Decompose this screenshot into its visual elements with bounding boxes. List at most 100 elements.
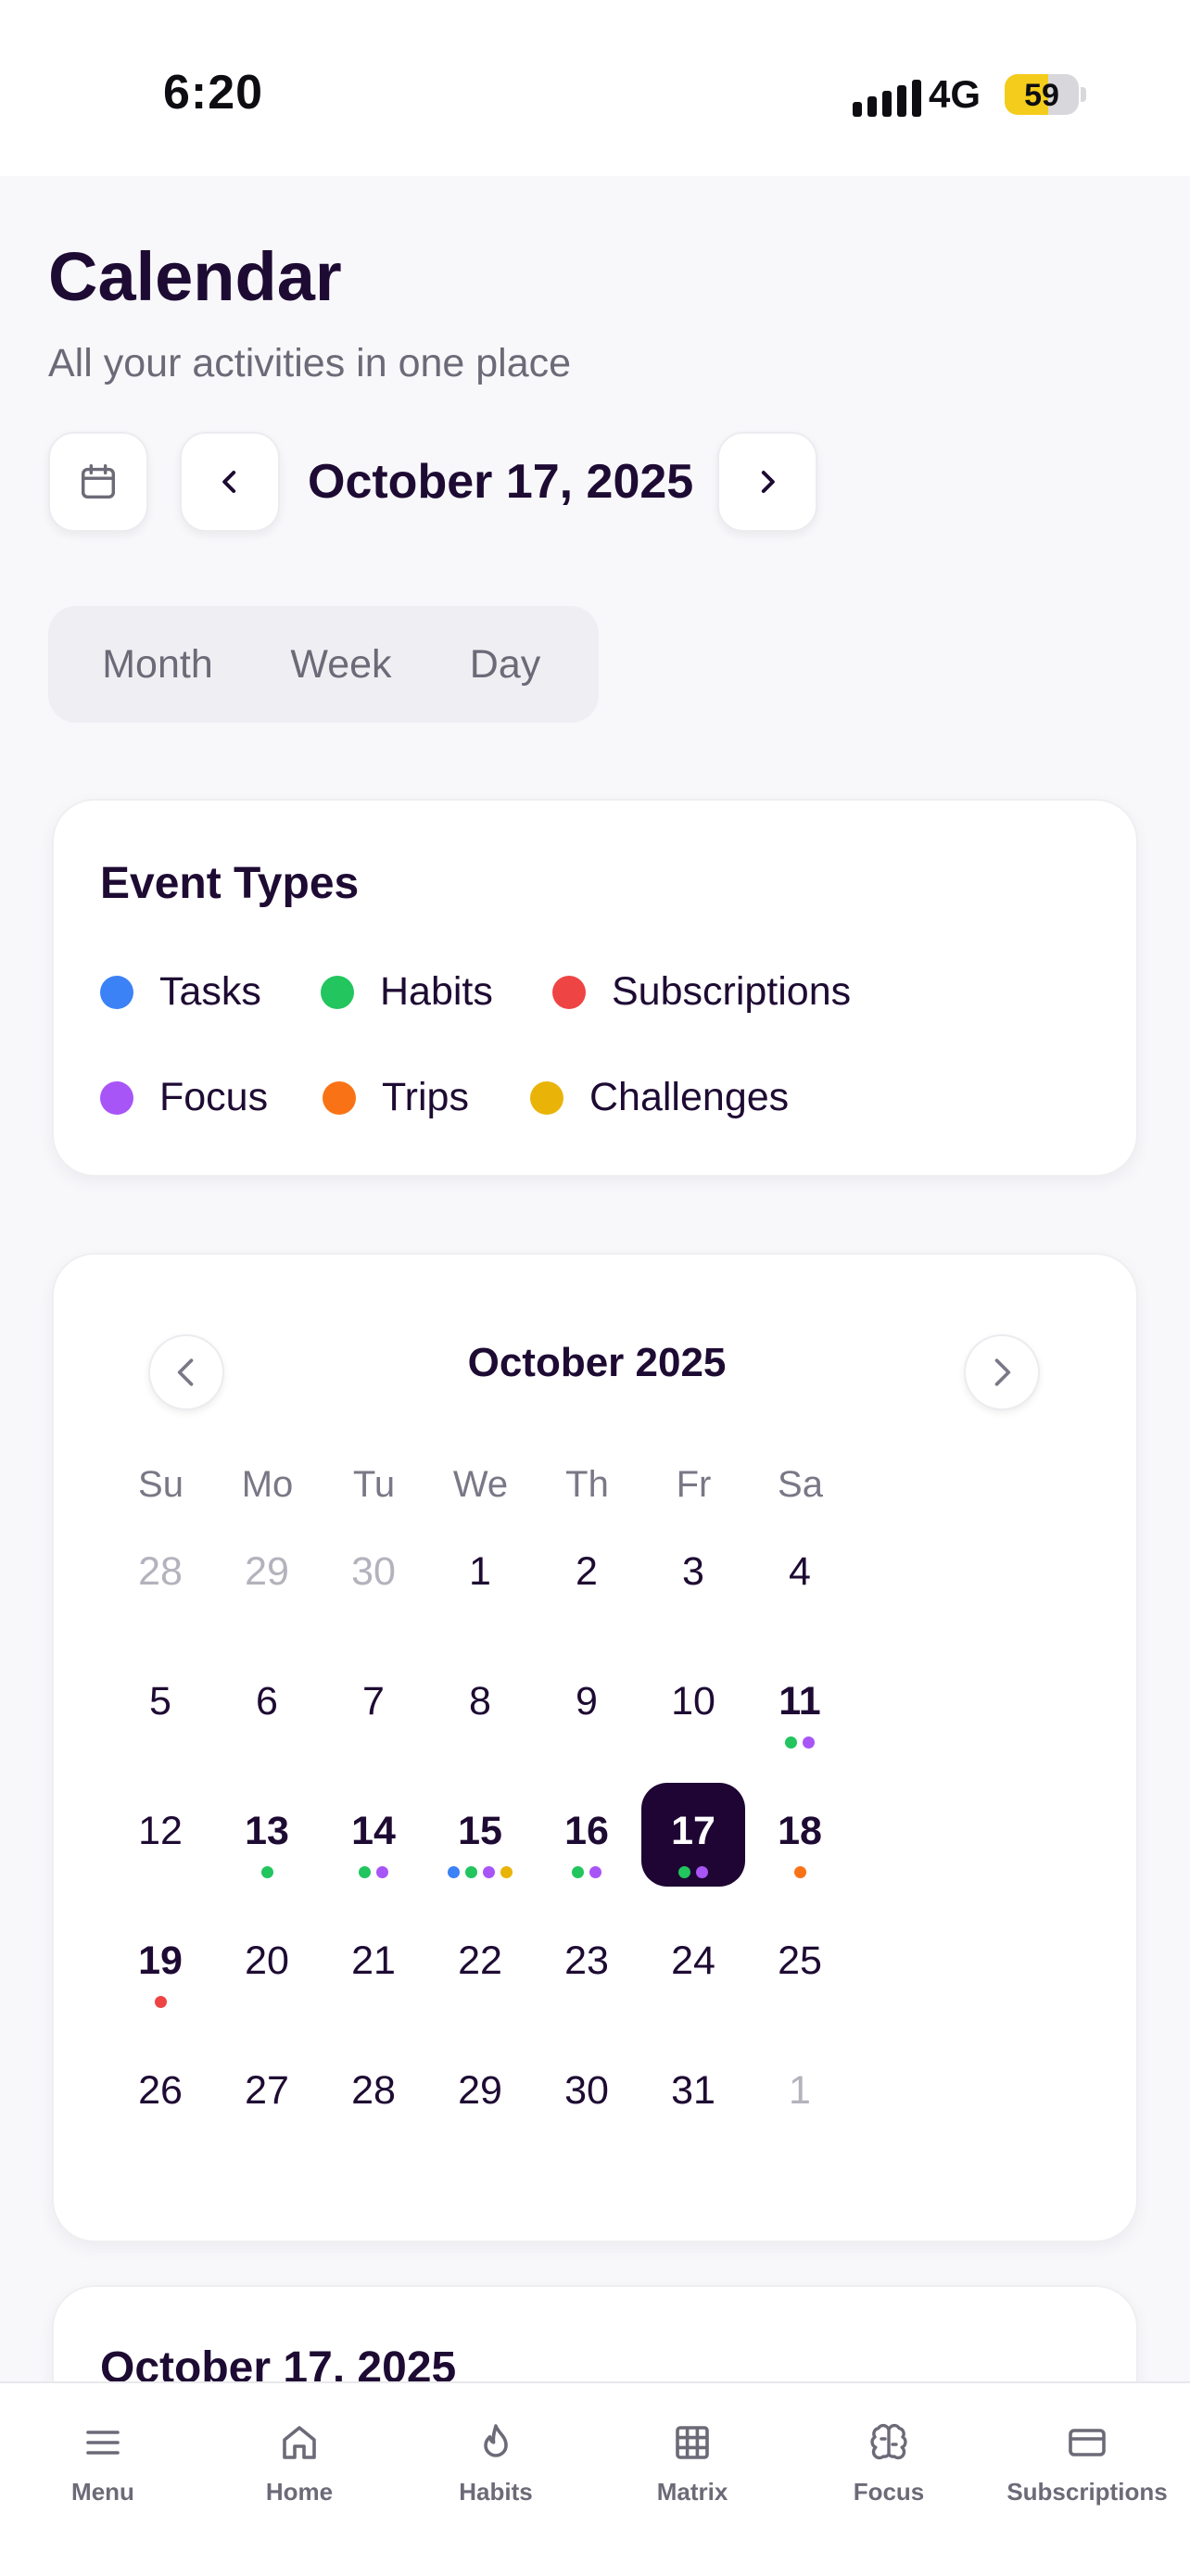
calendar-day-number: 10 — [671, 1679, 715, 1724]
calendar-day-selected[interactable]: 17 — [641, 1783, 745, 1887]
tab-month[interactable]: Month — [59, 617, 256, 712]
calendar-day[interactable]: 3 — [641, 1523, 745, 1627]
calendar-picker-button[interactable] — [48, 432, 148, 532]
weekday-label: Th — [565, 1464, 609, 1505]
calendar-day[interactable]: 15 — [428, 1783, 532, 1887]
calendar-day[interactable]: 20 — [215, 1913, 319, 2016]
legend-subscriptions: Subscriptions — [552, 969, 851, 1015]
calendar-day-number: 21 — [351, 1938, 396, 1983]
calendar-day-number: 8 — [469, 1679, 491, 1724]
event-dots — [215, 1866, 319, 1878]
legend-challenges: Challenges — [530, 1075, 789, 1120]
chevron-left-icon — [222, 471, 236, 493]
event-dot-focus — [483, 1866, 495, 1878]
calendar-day[interactable]: 29 — [215, 1523, 319, 1627]
event-dot-focus — [803, 1736, 815, 1749]
calendar-day[interactable]: 27 — [215, 2042, 319, 2146]
brain-icon — [870, 2423, 907, 2460]
calendar-day[interactable]: 29 — [428, 2042, 532, 2146]
next-date-button[interactable] — [717, 432, 817, 532]
event-dot-tasks — [448, 1866, 460, 1878]
tab-week[interactable]: Week — [258, 617, 424, 712]
battery-icon: 59 — [1005, 74, 1079, 115]
battery-tip — [1081, 87, 1086, 102]
calendar-day[interactable]: 28 — [108, 1523, 212, 1627]
calendar-day-number: 19 — [138, 1938, 183, 1983]
chevron-right-icon — [761, 471, 775, 493]
nav-focus[interactable]: Focus — [790, 2420, 988, 2507]
calendar-day[interactable]: 1 — [428, 1523, 532, 1627]
calendar-day[interactable]: 4 — [748, 1523, 852, 1627]
calendar-day[interactable]: 28 — [322, 2042, 425, 2146]
calendar-day[interactable]: 19 — [108, 1913, 212, 2016]
calendar-day-number: 29 — [458, 2068, 502, 2113]
event-dot-focus — [589, 1866, 601, 1878]
page-title: Calendar — [48, 238, 342, 315]
event-dot-trips — [793, 1866, 806, 1878]
calendar-day-number: 28 — [138, 1549, 183, 1594]
event-dot-habits — [260, 1866, 273, 1878]
calendar-day[interactable]: 6 — [215, 1653, 319, 1757]
calendar-icon — [81, 464, 116, 499]
calendar-day[interactable]: 12 — [108, 1783, 212, 1887]
nav-matrix[interactable]: Matrix — [593, 2420, 791, 2507]
calendar-day-number: 29 — [245, 1549, 289, 1594]
nav-home[interactable]: Home — [200, 2420, 399, 2507]
calendar-day[interactable]: 16 — [535, 1783, 639, 1887]
event-dots — [535, 1866, 639, 1878]
credit-card-icon — [1069, 2429, 1106, 2456]
view-switcher: Month Week Day — [48, 606, 599, 723]
weekday-label: Sa — [778, 1464, 823, 1505]
calendar-day[interactable]: 5 — [108, 1653, 212, 1757]
calendar-day[interactable]: 23 — [535, 1913, 639, 2016]
calendar-day[interactable]: 30 — [322, 1523, 425, 1627]
event-dot-challenges — [500, 1866, 513, 1878]
legend-dot-challenges — [530, 1080, 563, 1115]
calendar-day[interactable]: 26 — [108, 2042, 212, 2146]
tab-day[interactable]: Day — [426, 617, 584, 712]
nav-menu[interactable]: Menu — [4, 2420, 202, 2507]
calendar-day[interactable]: 14 — [322, 1783, 425, 1887]
network-type: 4G — [929, 72, 981, 116]
event-dot-focus — [376, 1866, 388, 1878]
calendar-day-number: 1 — [789, 2068, 811, 2113]
calendar-day[interactable]: 24 — [641, 1913, 745, 2016]
calendar-day[interactable]: 8 — [428, 1653, 532, 1757]
calendar-day-number: 27 — [245, 2068, 289, 2113]
calendar-day-number: 11 — [779, 1679, 821, 1724]
calendar-day[interactable]: 2 — [535, 1523, 639, 1627]
nav-habits[interactable]: Habits — [397, 2420, 595, 2507]
weekday-label: Tu — [352, 1464, 396, 1505]
calendar-day[interactable]: 7 — [322, 1653, 425, 1757]
status-time: 6:20 — [163, 66, 264, 120]
calendar-day-number: 26 — [138, 2068, 183, 2113]
event-dots — [641, 1866, 745, 1878]
event-types-card: Event Types Tasks Habits Subscriptions F… — [52, 799, 1138, 1177]
current-date: October 17, 2025 — [308, 455, 694, 509]
calendar-day[interactable]: 25 — [748, 1913, 852, 2016]
event-dot-habits — [785, 1736, 797, 1749]
next-month-button[interactable] — [964, 1334, 1040, 1410]
calendar-day[interactable]: 31 — [641, 2042, 745, 2146]
calendar-day[interactable]: 30 — [535, 2042, 639, 2146]
calendar-day-number: 30 — [351, 1549, 396, 1594]
calendar-day[interactable]: 18 — [748, 1783, 852, 1887]
chevron-right-icon — [994, 1358, 1011, 1386]
grid-icon — [676, 2426, 709, 2459]
home-icon — [283, 2426, 316, 2459]
calendar-day[interactable]: 13 — [215, 1783, 319, 1887]
calendar-day[interactable]: 22 — [428, 1913, 532, 2016]
calendar-day[interactable]: 9 — [535, 1653, 639, 1757]
calendar-day[interactable]: 11 — [748, 1653, 852, 1757]
calendar-day[interactable]: 1 — [748, 2042, 852, 2146]
calendar-day[interactable]: 10 — [641, 1653, 745, 1757]
legend-dot-trips — [323, 1080, 356, 1115]
previous-date-button[interactable] — [180, 432, 280, 532]
calendar-day-number: 31 — [671, 2068, 715, 2113]
event-dot-habits — [572, 1866, 584, 1878]
calendar-day[interactable]: 21 — [322, 1913, 425, 2016]
calendar-day-number: 17 — [671, 1809, 715, 1853]
calendar-day-number: 13 — [245, 1809, 289, 1853]
calendar-day-number: 20 — [245, 1938, 289, 1983]
nav-subscriptions[interactable]: Subscriptions — [988, 2420, 1186, 2507]
